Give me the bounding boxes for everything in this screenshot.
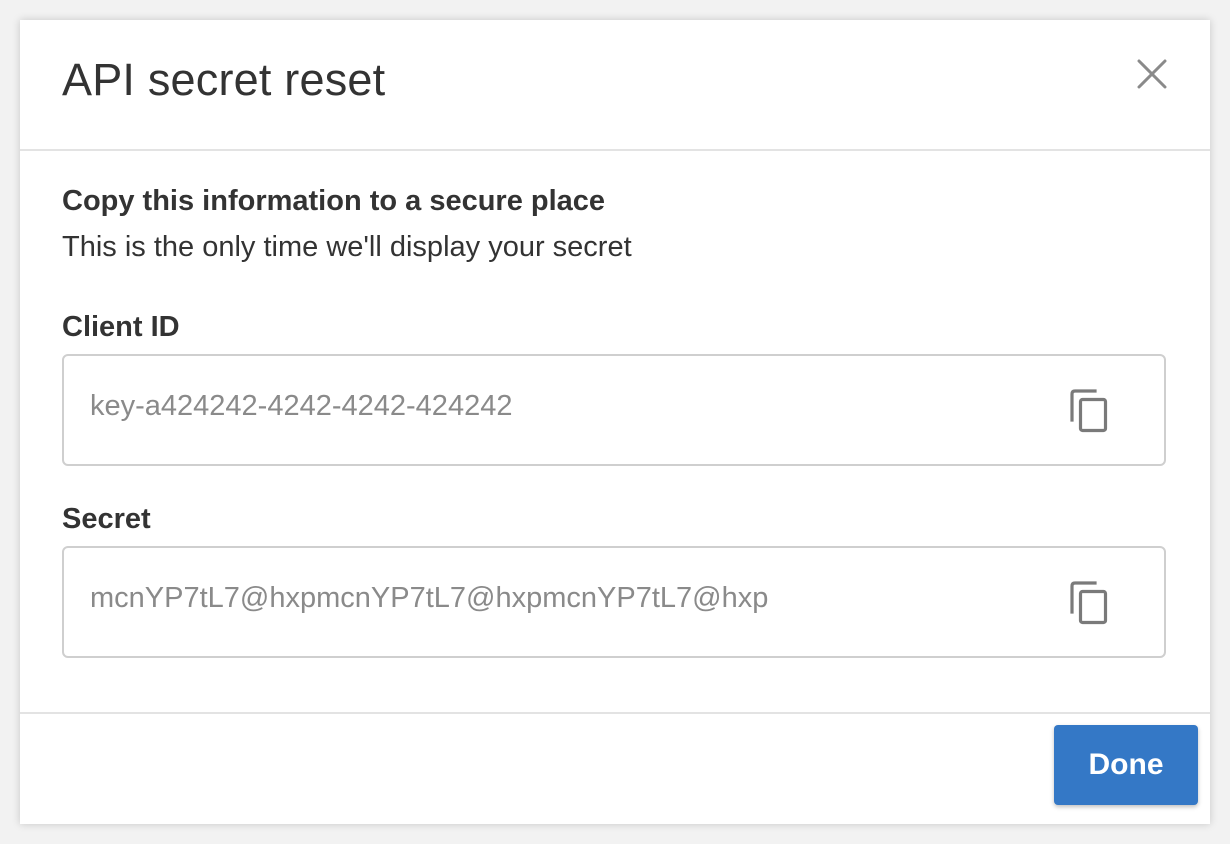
dialog-footer: Done [20,714,1210,824]
dialog-title: API secret reset [62,54,386,105]
client-id-value[interactable]: key-a424242-4242-4242-424242 [90,390,512,423]
copy-client-id-button[interactable] [1068,388,1112,434]
copy-icon [1070,389,1108,433]
copy-secret-button[interactable] [1068,580,1112,626]
client-id-label: Client ID [62,311,180,343]
notice-title: Copy this information to a secure place [62,185,606,217]
dialog-body: Copy this information to a secure place … [20,151,1210,714]
api-secret-reset-dialog: API secret reset Copy this information t… [20,20,1210,824]
secret-field[interactable]: mcnYP7tL7@hxpmcnYP7tL7@hxpmcnYP7tL7@hxp [62,546,1166,658]
close-icon [1137,59,1167,89]
client-id-field[interactable]: key-a424242-4242-4242-424242 [62,354,1166,466]
done-button[interactable]: Done [1054,725,1198,805]
secret-value[interactable]: mcnYP7tL7@hxpmcnYP7tL7@hxpmcnYP7tL7@hxp [90,582,768,615]
dialog-header: API secret reset [20,20,1210,151]
copy-icon [1070,581,1108,625]
notice-subtitle: This is the only time we'll display your… [62,231,632,263]
close-button[interactable] [1132,54,1172,94]
secret-label: Secret [62,503,151,535]
